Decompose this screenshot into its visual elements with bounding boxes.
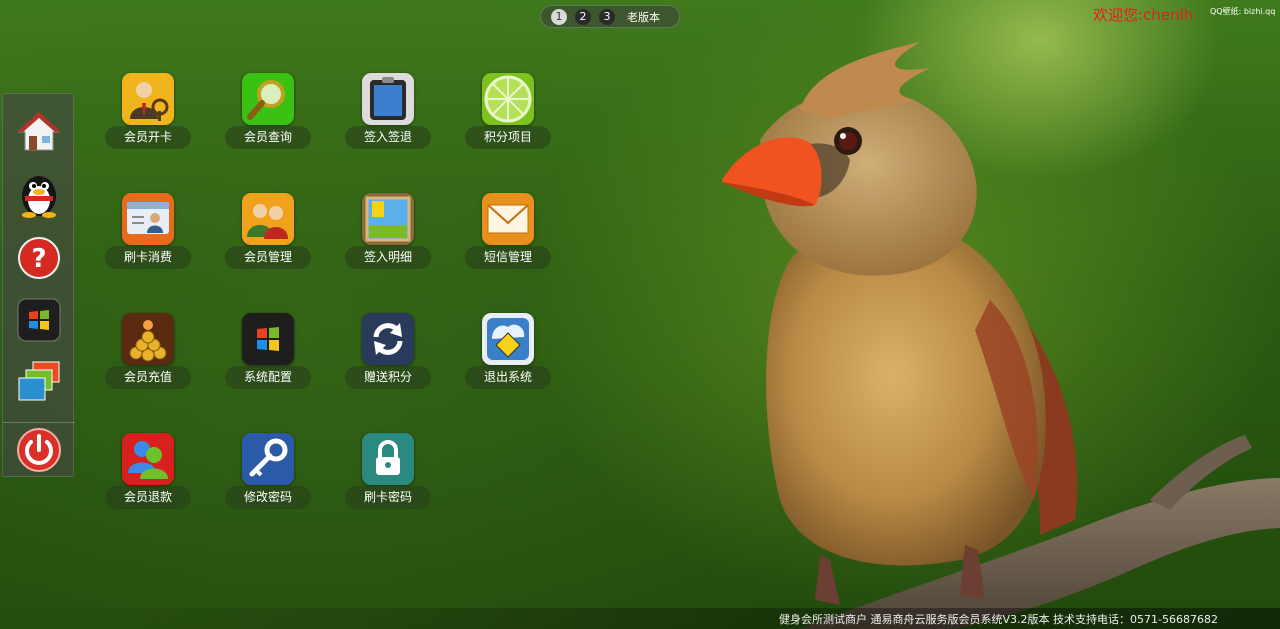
app-label: 会员退款: [105, 486, 191, 509]
clipboard-icon: [362, 73, 414, 125]
app-label: 积分项目: [465, 126, 551, 149]
people-icon: [242, 193, 294, 245]
msn-people-icon: [122, 433, 174, 485]
app-check-in-out[interactable]: 签入签退: [345, 73, 435, 157]
power-icon: [17, 428, 61, 472]
stacked-windows-icon: [18, 361, 60, 401]
app-card-password[interactable]: 刷卡密码: [345, 433, 435, 517]
app-points-items[interactable]: 积分项目: [465, 73, 555, 157]
page-1-button[interactable]: 1: [551, 8, 567, 25]
svg-text:?: ?: [31, 244, 46, 274]
envelope-icon: [482, 193, 534, 245]
status-footer: 健身会所测试商户 通易商舟云服务版会员系统V3.2版本 技术支持电话：0571-…: [0, 608, 1280, 629]
app-label: 短信管理: [465, 246, 551, 269]
app-label: 系统配置: [225, 366, 311, 389]
old-version-link[interactable]: 老版本: [627, 9, 660, 25]
app-change-password[interactable]: 修改密码: [225, 433, 315, 517]
windows-logo-icon: [242, 313, 294, 365]
app-gift-points[interactable]: 赠送积分: [345, 313, 435, 397]
dock-home-button[interactable]: [15, 108, 63, 156]
app-member-recharge[interactable]: 会员充值: [105, 313, 195, 397]
app-label: 签入明细: [345, 246, 431, 269]
app-label: 会员开卡: [105, 126, 191, 149]
dock-help-button[interactable]: ?: [15, 234, 63, 282]
app-exit-system[interactable]: 退出系统: [465, 313, 555, 397]
dock-separator: [3, 422, 75, 423]
app-label: 刷卡密码: [345, 486, 431, 509]
lime-slice-icon: [482, 73, 534, 125]
key-icon: [242, 433, 294, 485]
padlock-icon: [362, 433, 414, 485]
app-label: 会员查询: [225, 126, 311, 149]
left-dock: ?: [2, 93, 75, 477]
house-icon: [17, 112, 61, 151]
windows-logo-icon: [17, 298, 61, 342]
magnifier-icon: [242, 73, 294, 125]
gold-coins-icon: [122, 313, 174, 365]
app-system-config[interactable]: 系统配置: [225, 313, 315, 397]
refresh-arrows-icon: [362, 313, 414, 365]
dock-windows-switch-button[interactable]: [15, 358, 63, 406]
app-label: 退出系统: [465, 366, 551, 389]
member-card-icon: [122, 73, 174, 125]
question-icon: ?: [18, 237, 60, 279]
dock-power-button[interactable]: [15, 426, 63, 474]
app-member-management[interactable]: 会员管理: [225, 193, 315, 277]
exit-sign-icon: [482, 313, 534, 365]
app-member-refund[interactable]: 会员退款: [105, 433, 195, 517]
app-label: 会员管理: [225, 246, 311, 269]
page-2-button[interactable]: 2: [575, 8, 591, 25]
page-switcher: 1 2 3 老版本: [540, 5, 680, 28]
dock-windows-button[interactable]: [15, 296, 63, 344]
wallpaper-credit: QQ壁纸: bizhi.qq: [1210, 7, 1276, 16]
app-member-open-card[interactable]: 会员开卡: [105, 73, 195, 157]
dock-qq-button[interactable]: [15, 170, 63, 218]
penguin-icon: [22, 176, 56, 218]
app-label: 签入签退: [345, 126, 431, 149]
app-label: 修改密码: [225, 486, 311, 509]
app-label: 会员充值: [105, 366, 191, 389]
app-check-in-details[interactable]: 签入明细: [345, 193, 435, 277]
footer-info-text: 健身会所测试商户 通易商舟云服务版会员系统V3.2版本 技术支持电话：0571-…: [779, 613, 1218, 626]
picture-icon: [362, 193, 414, 245]
app-sms-management[interactable]: 短信管理: [465, 193, 555, 277]
app-card-consumption[interactable]: 刷卡消费: [105, 193, 195, 277]
id-card-icon: [122, 193, 174, 245]
welcome-text: 欢迎您:chenlh: [1093, 6, 1194, 24]
app-label: 赠送积分: [345, 366, 431, 389]
page-3-button[interactable]: 3: [599, 8, 615, 25]
app-label: 刷卡消费: [105, 246, 191, 269]
app-member-query[interactable]: 会员查询: [225, 73, 315, 157]
